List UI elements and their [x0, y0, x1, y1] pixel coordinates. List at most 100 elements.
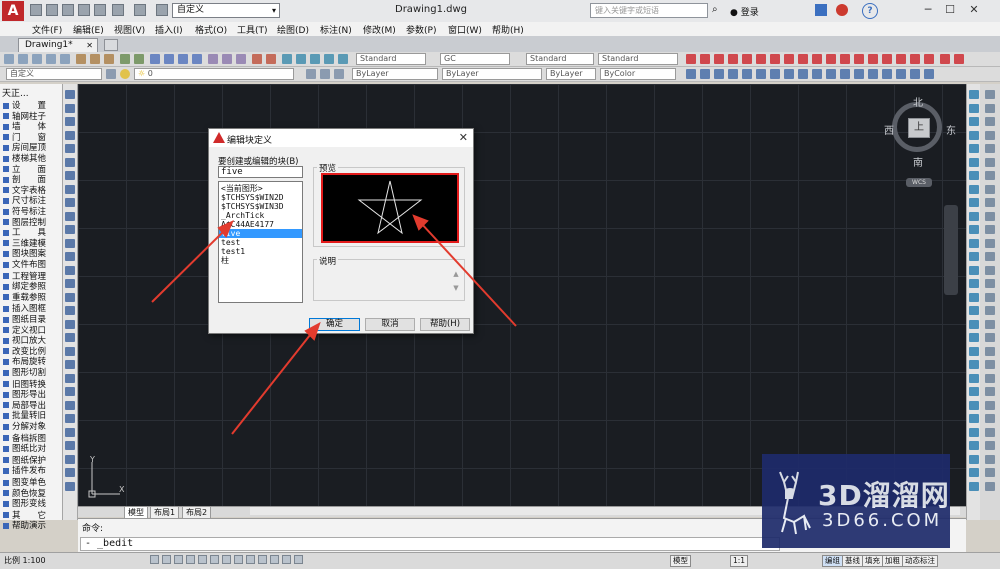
tool-icon[interactable]	[65, 130, 75, 140]
login-button[interactable]: ● 登录	[730, 5, 759, 18]
dyn-icon[interactable]	[234, 555, 243, 564]
palette-item[interactable]: 批量转旧	[3, 411, 46, 421]
status-bold[interactable]: 加粗	[882, 555, 903, 567]
polar-icon[interactable]	[186, 555, 195, 564]
tool-icon[interactable]	[924, 69, 934, 79]
palette-item[interactable]: 设 置	[3, 101, 46, 111]
exchange-icon[interactable]	[815, 4, 827, 16]
tool-icon[interactable]	[969, 279, 979, 288]
tool-icon[interactable]	[969, 90, 979, 99]
tool-icon[interactable]	[910, 69, 920, 79]
tool-icon[interactable]	[985, 292, 995, 302]
tool-icon[interactable]	[65, 414, 75, 423]
am-icon[interactable]	[294, 555, 303, 564]
tool-icon[interactable]	[985, 427, 995, 437]
tool-icon[interactable]	[882, 54, 892, 64]
tool-icon[interactable]	[969, 400, 979, 410]
tool-icon[interactable]	[969, 319, 979, 329]
tool-icon[interactable]	[714, 69, 724, 79]
palette-item[interactable]: 重载参照	[3, 293, 46, 303]
compass-west[interactable]: 西	[884, 122, 894, 137]
tool-icon[interactable]	[969, 238, 979, 248]
tool-icon[interactable]	[985, 252, 995, 261]
palette-item[interactable]: 分解对象	[3, 422, 46, 432]
menu-draw[interactable]: 绘图(D)	[277, 23, 309, 36]
tool-icon[interactable]	[969, 144, 979, 153]
tool-icon[interactable]	[854, 69, 864, 79]
close-icon[interactable]: ✕	[966, 3, 982, 17]
tool-icon[interactable]	[65, 400, 75, 410]
tool-icon[interactable]	[985, 144, 995, 153]
tool-icon[interactable]	[742, 54, 752, 64]
description-scrollbar[interactable]: ▲ ▼	[451, 267, 461, 297]
tool-icon[interactable]	[65, 481, 75, 491]
tool-icon[interactable]	[120, 54, 130, 64]
tool-icon[interactable]	[65, 427, 75, 437]
tool-icon[interactable]	[868, 69, 878, 79]
tool-icon[interactable]	[812, 69, 822, 79]
palette-item[interactable]: 图纸目录	[3, 315, 46, 325]
tool-icon[interactable]	[65, 225, 75, 234]
ortho-icon[interactable]	[174, 555, 183, 564]
tool-icon[interactable]	[306, 69, 316, 79]
tool-icon[interactable]	[969, 252, 979, 261]
tool-icon[interactable]	[770, 69, 780, 79]
palette-item[interactable]: 工 具	[3, 228, 46, 238]
tool-icon[interactable]	[65, 184, 75, 194]
tool-icon[interactable]	[896, 54, 906, 64]
palette-item[interactable]: 视口放大	[3, 336, 46, 346]
tool-icon[interactable]	[985, 157, 995, 167]
close-icon[interactable]: ✕	[86, 39, 93, 52]
tool-icon[interactable]	[985, 238, 995, 248]
tool-icon[interactable]	[985, 265, 995, 275]
tool-icon[interactable]	[969, 346, 979, 356]
tool-icon[interactable]	[90, 54, 100, 64]
tool-icon[interactable]	[969, 333, 979, 342]
tool-icon[interactable]	[65, 333, 75, 342]
minimize-icon[interactable]: ─	[920, 3, 936, 17]
layer-manager-icon[interactable]	[106, 69, 116, 79]
palette-item[interactable]: 定义视口	[3, 326, 46, 336]
palette-item[interactable]: 插入图框	[3, 304, 46, 314]
tool-icon[interactable]	[969, 198, 979, 207]
menu-file[interactable]: 文件(F)	[32, 23, 62, 36]
tool-icon[interactable]	[985, 319, 995, 329]
tool-icon[interactable]	[164, 54, 174, 64]
tool-icon[interactable]	[236, 54, 246, 64]
list-item[interactable]: $TCHSYS$WIN3D	[221, 202, 301, 211]
tool-icon[interactable]	[65, 319, 75, 329]
tool-icon[interactable]	[714, 54, 724, 64]
palette-item[interactable]: 图层控制	[3, 218, 46, 228]
tool-icon[interactable]	[985, 117, 995, 126]
palette-item[interactable]: 帮助演示	[3, 521, 46, 531]
tool-icon[interactable]	[969, 468, 979, 477]
table-style-select[interactable]: Standard	[526, 53, 594, 65]
tool-icon[interactable]	[266, 54, 276, 64]
tool-icon[interactable]	[969, 171, 979, 180]
tool-icon[interactable]	[868, 54, 878, 64]
palette-item[interactable]: 图形导出	[3, 390, 46, 400]
bulb-icon[interactable]	[120, 69, 130, 79]
save-icon[interactable]	[62, 4, 74, 16]
palette-item[interactable]: 旧图转换	[3, 380, 46, 390]
palette-item[interactable]: 三维建模	[3, 239, 46, 249]
mleader-style-select[interactable]: Standard	[598, 53, 678, 65]
tool-icon[interactable]	[798, 69, 808, 79]
status-fill[interactable]: 填充	[862, 555, 883, 567]
undo-icon[interactable]	[112, 4, 124, 16]
tool-icon[interactable]	[65, 157, 75, 167]
block-list[interactable]: <当前图形> $TCHSYS$WIN2D $TCHSYS$WIN3D _Arch…	[218, 181, 303, 303]
list-item-selected[interactable]: five	[219, 229, 302, 238]
tool-icon[interactable]	[840, 69, 850, 79]
list-item[interactable]: <当前图形>	[221, 184, 301, 193]
tool-icon[interactable]	[65, 117, 75, 126]
tool-icon[interactable]	[32, 54, 42, 64]
transparency-icon[interactable]	[258, 555, 267, 564]
new-file-icon[interactable]	[30, 4, 42, 16]
menu-parametric[interactable]: 参数(P)	[406, 23, 436, 36]
tool-icon[interactable]	[222, 54, 232, 64]
list-item[interactable]: $TCHSYS$WIN2D	[221, 193, 301, 202]
status-model[interactable]: 模型	[670, 555, 691, 567]
tool-icon[interactable]	[969, 184, 979, 194]
menu-modify[interactable]: 修改(M)	[363, 23, 396, 36]
